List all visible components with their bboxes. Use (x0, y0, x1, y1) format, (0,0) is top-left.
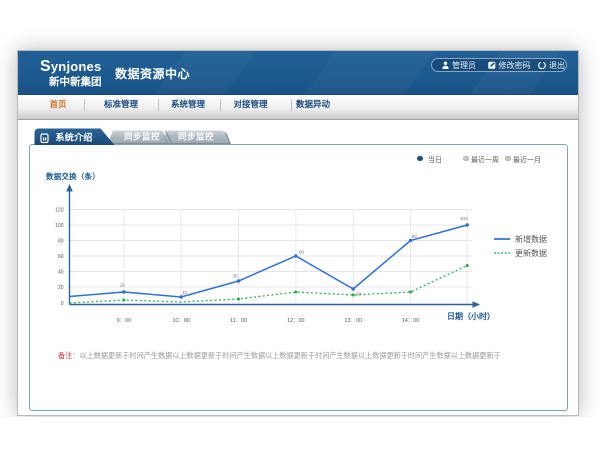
svg-text:100: 100 (460, 216, 468, 221)
svg-text:120: 120 (55, 207, 64, 213)
svg-text:9：00: 9：00 (117, 318, 131, 324)
svg-text:20: 20 (58, 285, 64, 291)
svg-text:10：00: 10：00 (172, 318, 189, 324)
svg-text:100: 100 (55, 223, 64, 229)
svg-text:0: 0 (61, 301, 64, 307)
svg-text:11：00: 11：00 (230, 318, 247, 324)
svg-text:35: 35 (232, 274, 238, 279)
svg-text:10: 10 (182, 290, 188, 295)
svg-text:18: 18 (120, 283, 126, 288)
svg-text:系统介绍: 系统介绍 (56, 132, 93, 143)
svg-text:10: 10 (356, 292, 362, 297)
svg-text:14：00: 14：00 (402, 318, 419, 324)
svg-text:同步监控: 同步监控 (178, 132, 214, 142)
svg-text:60: 60 (299, 250, 305, 255)
svg-text:12：00: 12：00 (287, 318, 304, 324)
svg-text:80: 80 (58, 238, 64, 244)
svg-text:60: 60 (58, 254, 64, 260)
svg-text:40: 40 (58, 269, 64, 275)
svg-text:80: 80 (412, 234, 418, 239)
svg-text:13：00: 13：00 (345, 318, 362, 324)
svg-text:同步监控: 同步监控 (124, 132, 160, 142)
